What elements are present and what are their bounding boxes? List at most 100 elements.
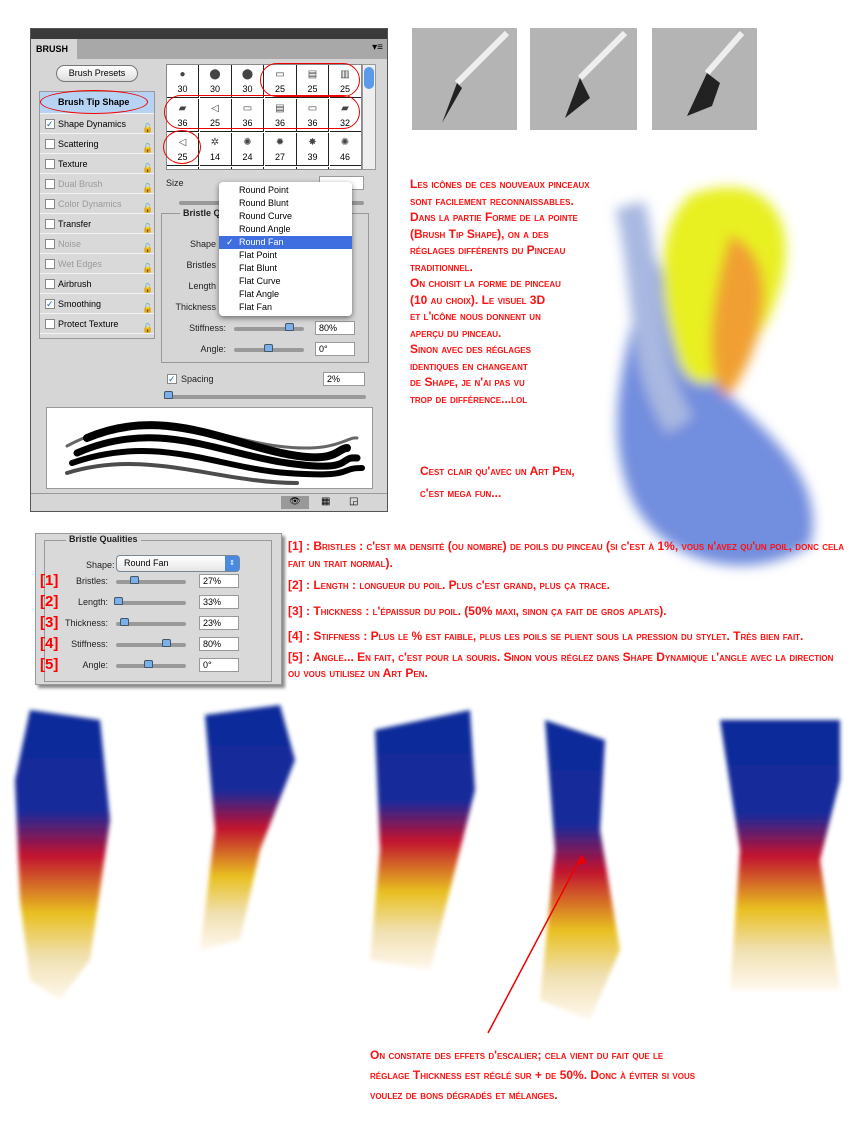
lock-icon[interactable]: 🔓: [142, 118, 153, 133]
new-preset-icon[interactable]: ◲: [349, 496, 358, 507]
spacing-slider[interactable]: [166, 395, 366, 399]
row-slider-thumb[interactable]: [162, 639, 171, 647]
checkmark-icon: ✓: [226, 237, 234, 247]
brush-option-protect-texture[interactable]: 🔓 Protect Texture: [40, 314, 154, 334]
spacing-checkbox[interactable]: ✓: [167, 374, 177, 384]
menu-item[interactable]: Round Angle: [219, 223, 352, 236]
shape-dropdown-menu[interactable]: Round Point Round Blunt Round Curve Round A…: [219, 182, 352, 316]
brush-tip-cell[interactable]: ✲: [167, 167, 199, 169]
lock-icon[interactable]: 🔓: [142, 298, 153, 313]
brush-option-smoothing[interactable]: ✓ 🔓 Smoothing: [40, 294, 154, 314]
lock-icon[interactable]: 🔓: [142, 238, 153, 253]
artpen-line: c'est mega fun...: [420, 486, 502, 500]
row-slider-thumb[interactable]: [130, 576, 140, 584]
menu-item-label: Round Blunt: [239, 198, 289, 208]
lock-icon[interactable]: 🔓: [142, 258, 153, 273]
lock-icon[interactable]: 🔓: [142, 218, 153, 233]
lock-icon[interactable]: 🔓: [142, 158, 153, 173]
brush-tip-cell[interactable]: ✸ 39: [297, 133, 329, 166]
shape-select[interactable]: Round Fan ⇕: [116, 555, 240, 572]
brush-tip-cell[interactable]: ✲ 14: [199, 133, 232, 166]
checkbox[interactable]: ✓: [45, 299, 55, 309]
menu-item[interactable]: Flat Point: [219, 249, 352, 262]
brush-tip-cell[interactable]: ⬤ 30: [199, 65, 232, 98]
spacing-thumb[interactable]: [164, 391, 173, 399]
tab-brush[interactable]: BRUSH: [31, 39, 77, 59]
menu-item[interactable]: Flat Fan: [219, 301, 352, 314]
menu-item[interactable]: Flat Angle: [219, 288, 352, 301]
eye-brush-icon[interactable]: 👁: [281, 496, 309, 509]
brush-tip-cell[interactable]: ✺ 24: [232, 133, 264, 166]
stiffness-thumb[interactable]: [285, 323, 294, 331]
brush-tip-icon: ✺: [340, 137, 350, 148]
menu-item[interactable]: Flat Curve: [219, 275, 352, 288]
checkbox[interactable]: [45, 259, 55, 269]
lock-icon[interactable]: 🔓: [142, 198, 153, 213]
brush-tip-cell[interactable]: ✲: [265, 167, 297, 169]
intro-line: (10 au choix). Le visuel 3D: [410, 292, 546, 307]
row-slider[interactable]: [116, 580, 186, 584]
option-label: Wet Edges: [58, 259, 102, 269]
row-value-field[interactable]: 33%: [199, 595, 239, 609]
spacing-field[interactable]: 2%: [323, 372, 365, 386]
menu-item[interactable]: Round Curve: [219, 210, 352, 223]
option-label: Scattering: [58, 139, 99, 149]
row-value-field[interactable]: 0°: [199, 658, 239, 672]
tab-bar: BRUSH ▾≡: [31, 39, 387, 59]
checkbox[interactable]: [45, 279, 55, 289]
brush-size: 24: [242, 152, 253, 162]
shape-label: Shape: [189, 239, 216, 249]
brush-option-texture[interactable]: 🔓 Texture: [40, 154, 154, 174]
stiffness-field[interactable]: 80%: [315, 321, 355, 335]
row-slider-thumb[interactable]: [144, 660, 153, 668]
brush-tip-cell[interactable]: ✹ 27: [264, 133, 297, 166]
menu-item[interactable]: ✓ Round Fan: [219, 236, 352, 249]
checkbox[interactable]: [45, 239, 55, 249]
option-label: Protect Texture: [58, 319, 119, 329]
brush-tip-cell[interactable]: ✲: [232, 167, 264, 169]
panel-titlebar[interactable]: [31, 29, 387, 39]
checkbox[interactable]: [45, 219, 55, 229]
checkbox[interactable]: [45, 159, 55, 169]
checkbox[interactable]: [45, 319, 55, 329]
row-slider[interactable]: [116, 601, 186, 605]
grid-icon[interactable]: ▦: [321, 496, 330, 507]
brush-tip-cell[interactable]: ✺ 46: [329, 133, 361, 166]
angle-field[interactable]: 0°: [315, 342, 355, 356]
lock-icon[interactable]: 🔓: [142, 318, 153, 333]
row-label: Length:: [77, 597, 108, 607]
lock-icon[interactable]: 🔓: [142, 178, 153, 193]
brush-option-scattering[interactable]: 🔓 Scattering: [40, 134, 154, 154]
menu-item[interactable]: Round Point: [219, 184, 352, 197]
grid-scrollbar[interactable]: [362, 64, 376, 170]
brush-option-shape-dynamics[interactable]: ✓ 🔓 Shape Dynamics: [40, 114, 154, 134]
row-value-field[interactable]: 27%: [199, 574, 239, 588]
brush-option-dual-brush[interactable]: 🔓 Dual Brush: [40, 174, 154, 194]
brush-presets-button[interactable]: Brush Presets: [56, 65, 138, 82]
menu-item[interactable]: Flat Blunt: [219, 262, 352, 275]
checkbox[interactable]: ✓: [45, 119, 55, 129]
row-slider[interactable]: [116, 643, 186, 647]
row-slider-thumb[interactable]: [114, 597, 123, 605]
row-slider-thumb[interactable]: [120, 618, 129, 626]
brush-tip-cell[interactable]: ● 30: [167, 65, 199, 98]
checkbox[interactable]: [45, 139, 55, 149]
brush-tip-cell[interactable]: ✲: [297, 167, 329, 169]
checkbox[interactable]: [45, 199, 55, 209]
menu-item[interactable]: Round Blunt: [219, 197, 352, 210]
brush-option-noise[interactable]: 🔓 Noise: [40, 234, 154, 254]
brush-option-wet-edges[interactable]: 🔓 Wet Edges: [40, 254, 154, 274]
brush-size: 14: [209, 152, 220, 162]
lock-icon[interactable]: 🔓: [142, 278, 153, 293]
row-value-field[interactable]: 23%: [199, 616, 239, 630]
brush-option-airbrush[interactable]: 🔓 Airbrush: [40, 274, 154, 294]
brush-option-transfer[interactable]: 🔓 Transfer: [40, 214, 154, 234]
brush-tip-cell[interactable]: ✲: [330, 167, 361, 169]
checkbox[interactable]: [45, 179, 55, 189]
brush-tip-cell[interactable]: ✲: [200, 167, 232, 169]
lock-icon[interactable]: 🔓: [142, 138, 153, 153]
brush-option-color-dynamics[interactable]: 🔓 Color Dynamics: [40, 194, 154, 214]
row-value-field[interactable]: 80%: [199, 637, 239, 651]
angle-thumb[interactable]: [264, 344, 273, 352]
panel-menu-icon[interactable]: ▾≡: [372, 42, 383, 53]
